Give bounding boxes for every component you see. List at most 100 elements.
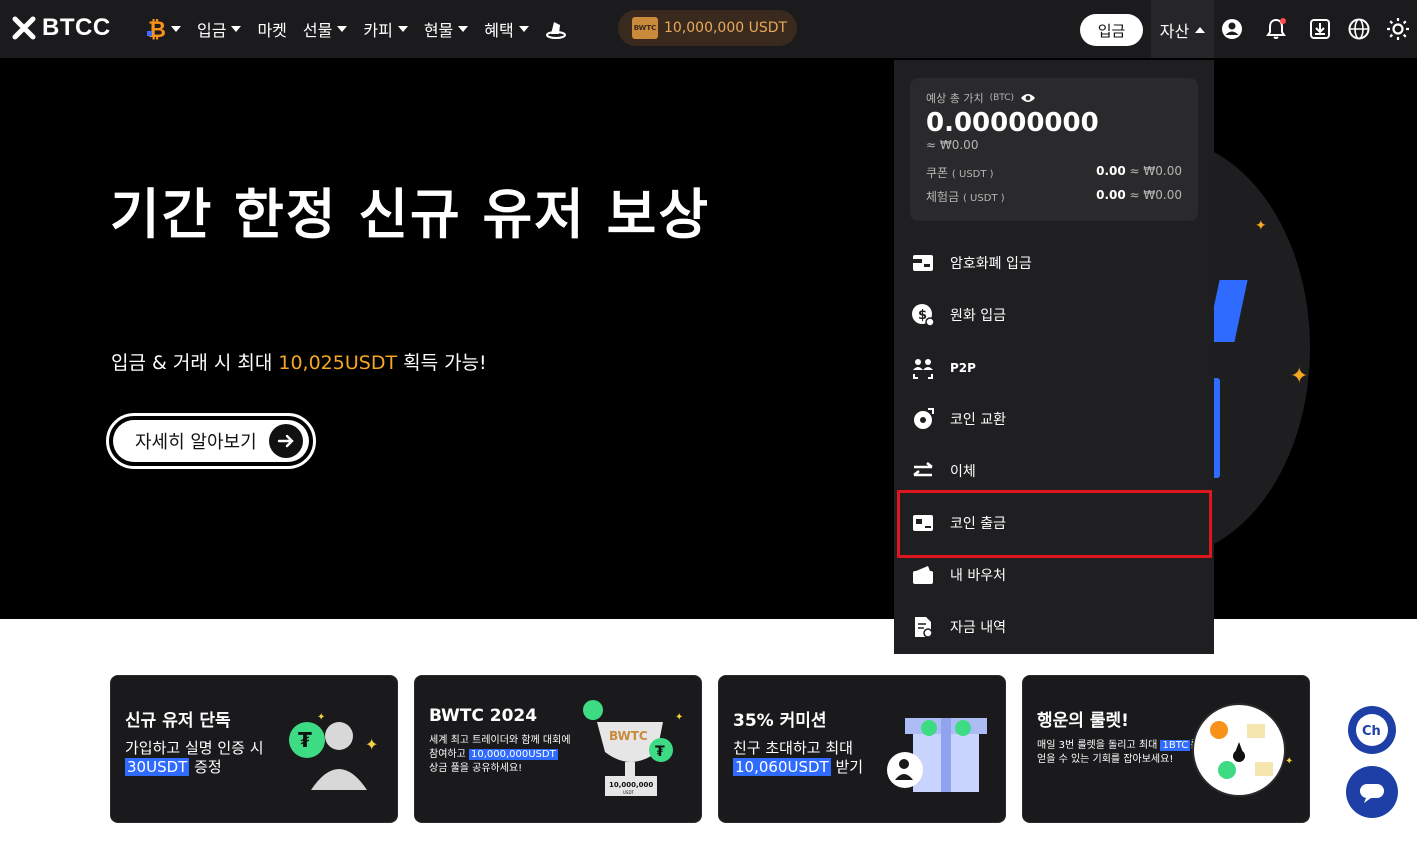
svg-text:₮: ₮ xyxy=(298,728,312,752)
promo-card-bwtc[interactable]: BWTC 2024 세계 최고 트레이더와 함께 대회에 참여하고 10,000… xyxy=(414,675,702,823)
nav-futures[interactable]: 선물 xyxy=(302,17,348,41)
card-line: 매일 3번 룰렛을 돌리고 최대 xyxy=(1037,740,1161,751)
main-nav: ₿ 입금 마켓 선물 카피 현물 혜택 xyxy=(146,0,567,58)
nav-deposit[interactable]: 입금 xyxy=(197,17,242,41)
trophy-icon: BWTC 10,000,000 USDT ₮ ✦ xyxy=(583,700,683,796)
trophy-amount: 10,000,000 xyxy=(609,781,653,789)
language-globe-icon[interactable] xyxy=(1347,17,1371,41)
hero-subtitle-pre: 입금 & 거래 시 최대 xyxy=(111,352,279,374)
eye-visibility-icon[interactable] xyxy=(1020,92,1036,104)
download-app-icon[interactable] xyxy=(1308,17,1332,41)
row-label: 체험금 xyxy=(926,190,960,204)
top-navigation-bar: BTCC ₿ 입금 마켓 선물 카피 현물 혜택 BWTC 10,000,000… xyxy=(0,0,1417,60)
nav-label: 현물 xyxy=(423,21,454,40)
card-line: 받기 xyxy=(830,758,864,776)
nav-spot[interactable]: 현물 xyxy=(423,17,469,41)
channel-chat-button[interactable]: Ch xyxy=(1348,706,1396,754)
svg-text:✦: ✦ xyxy=(1285,756,1293,767)
row-approx: ≈ ₩0.00 xyxy=(1129,164,1182,178)
transfer-icon xyxy=(913,462,933,477)
nav-rewards[interactable]: 혜택 xyxy=(484,17,529,41)
svg-text:₿: ₿ xyxy=(148,18,166,41)
support-chat-button[interactable] xyxy=(1346,766,1398,818)
chevron-down-icon xyxy=(337,26,348,32)
learn-more-button[interactable]: 자세히 알아보기 xyxy=(106,413,316,469)
trophy-label: BWTC xyxy=(609,729,648,743)
trophy-unit: USDT xyxy=(623,790,635,795)
menu-fund-history[interactable]: 자금 내역 xyxy=(910,607,1200,647)
svg-text:✦: ✦ xyxy=(317,712,325,723)
chevron-down-icon xyxy=(231,26,242,32)
sparkle-icon: ✦ xyxy=(1255,218,1267,234)
channel-talk-icon: Ch xyxy=(1356,714,1388,746)
nav-label: 입금 xyxy=(197,21,227,40)
svg-text:₮: ₮ xyxy=(655,744,665,760)
promo-card-roulette[interactable]: 행운의 룰렛! 매일 3번 룰렛을 돌리고 최대 1BTC를 얻을 수 있는 기… xyxy=(1022,675,1310,823)
balance-label: 예상 총 가치 (BTC) xyxy=(926,90,1182,106)
hero-subtitle-post: 획득 가능! xyxy=(397,352,487,374)
card-highlight: 10,000,000USDT xyxy=(468,749,558,760)
assets-dropdown-menu: 예상 총 가치 (BTC) 0.00000000 ≈ ₩0.00 쿠폰 ( US… xyxy=(894,60,1214,654)
menu-label: 암호화폐 입금 xyxy=(950,256,1032,272)
menu-crypto-deposit[interactable]: 암호화폐 입금 xyxy=(910,243,1200,283)
nav-copy[interactable]: 카피 xyxy=(363,17,408,41)
p2p-icon xyxy=(913,359,933,379)
trial-fund-row: 체험금 ( USDT ) 0.00 ≈ ₩0.00 xyxy=(926,188,1182,205)
nav-markets[interactable]: 마켓 xyxy=(257,17,286,41)
card-highlight: 1BTC xyxy=(1160,740,1191,751)
arrow-right-icon xyxy=(269,424,303,458)
hero-title: 기간 한정 신규 유저 보상 xyxy=(110,183,710,246)
promo-card-new-user[interactable]: 신규 유저 단독 가입하고 실명 인증 시 30USDT 증정 ₮ ✦ ✦ xyxy=(110,675,398,823)
menu-coin-exchange[interactable]: 코인 교환 xyxy=(910,399,1200,439)
coin-exchange-icon xyxy=(914,408,934,429)
menu-krw-deposit[interactable]: $ 원화 입금 xyxy=(910,295,1200,335)
menu-p2p[interactable]: P2P xyxy=(910,348,1200,388)
crypto-deposit-icon xyxy=(913,255,933,271)
nav-label: 카피 xyxy=(363,21,393,40)
row-value: 0.00 xyxy=(1096,188,1126,202)
krw-deposit-icon: $ xyxy=(912,304,935,327)
card-line: 증정 xyxy=(189,758,222,776)
menu-label: P2P xyxy=(950,361,976,375)
logo-text: BTCC xyxy=(42,14,111,41)
new-user-gift-icon: ₮ ✦ ✦ xyxy=(289,712,378,790)
voucher-icon xyxy=(913,566,933,584)
row-value: 0.00 xyxy=(1096,164,1126,178)
menu-label: 자금 내역 xyxy=(950,620,1006,636)
learn-more-inner[interactable]: 자세히 알아보기 xyxy=(113,420,309,462)
header-deposit-button[interactable]: 입금 xyxy=(1080,14,1143,46)
magic-hat-icon xyxy=(545,22,566,39)
coupon-row: 쿠폰 ( USDT ) 0.00 ≈ ₩0.00 xyxy=(926,164,1182,181)
nav-label: 혜택 xyxy=(484,21,514,40)
chevron-up-icon xyxy=(1195,27,1206,33)
promo-amount: 10,000,000 USDT xyxy=(664,20,788,36)
notification-bell-icon[interactable] xyxy=(1264,17,1288,41)
card-highlight: 10,060USDT xyxy=(733,758,831,776)
nav-event-hat[interactable] xyxy=(545,18,567,40)
row-approx: ≈ ₩0.00 xyxy=(1129,188,1182,202)
nav-bitcoin-menu[interactable]: ₿ xyxy=(146,17,181,41)
nav-label: 선물 xyxy=(302,21,333,40)
bitcoin-icon: ₿ xyxy=(147,18,166,41)
chat-badge-text: Ch xyxy=(1362,724,1381,739)
assets-label: 자산 xyxy=(1159,22,1190,41)
btcc-logo[interactable]: BTCC xyxy=(12,14,111,42)
hero-subtitle-highlight: 10,025USDT xyxy=(278,352,398,374)
chevron-down-icon xyxy=(171,26,181,32)
theme-sun-icon[interactable] xyxy=(1386,17,1410,41)
balance-approx: ≈ ₩0.00 xyxy=(926,138,979,152)
menu-label: 코인 교환 xyxy=(950,412,1006,428)
menu-label: 이체 xyxy=(950,464,976,480)
menu-voucher[interactable]: 내 바우처 xyxy=(910,555,1200,595)
promo-card-commission[interactable]: 35% 커미션 친구 초대하고 최대 10,060USDT 받기 xyxy=(718,675,1006,823)
menu-label: 원화 입금 xyxy=(950,308,1006,324)
balance-value: 0.00000000 xyxy=(926,108,1099,138)
hero-subtitle: 입금 & 거래 시 최대 10,025USDT 획득 가능! xyxy=(111,348,487,375)
menu-transfer[interactable]: 이체 xyxy=(910,451,1200,491)
gift-box-invite-icon xyxy=(887,718,987,792)
assets-menu-tab[interactable]: 자산 xyxy=(1151,0,1214,60)
user-profile-icon[interactable] xyxy=(1220,17,1244,41)
fund-history-icon xyxy=(915,617,933,638)
bwtc-promo-pill[interactable]: BWTC 10,000,000 USDT xyxy=(618,10,797,46)
row-unit: ( USDT ) xyxy=(962,193,1005,204)
